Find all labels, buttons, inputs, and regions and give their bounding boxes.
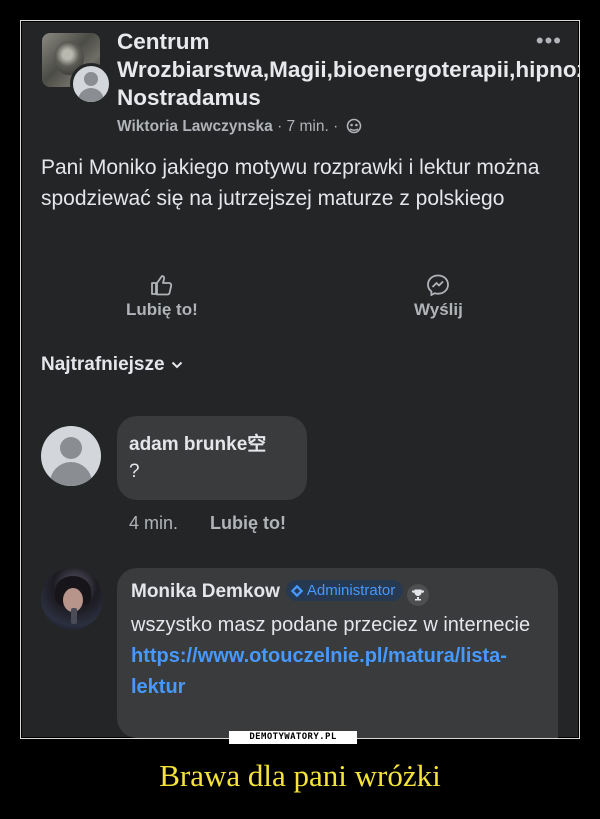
sort-label: Najtrafniejsze <box>41 354 165 375</box>
thumbs-up-icon <box>150 275 173 296</box>
comment-author[interactable]: adam brunke空 <box>129 429 266 456</box>
admin-diamond-icon <box>290 584 304 598</box>
admin-avatar[interactable] <box>41 568 103 630</box>
comment-meta: 4 min. Lubię to! <box>129 513 286 534</box>
post-time[interactable]: · 7 min. · <box>273 118 343 135</box>
caption: Brawa dla pani wróżki <box>159 758 441 793</box>
send-label: Wyślij <box>414 300 463 319</box>
reply-text-body: wszystko masz podane przeciez w internec… <box>131 614 531 636</box>
post-author[interactable]: Wiktoria Lawczynska <box>117 118 273 135</box>
reply-link[interactable]: https://www.otouczelnie.pl/matura/lista-… <box>131 645 507 698</box>
more-options-icon[interactable]: ••• <box>536 28 562 54</box>
reply-author[interactable]: Monika Demkow <box>131 581 280 602</box>
facebook-post-screen: Centrum Wrozbiarstwa,Magii,bioenergotera… <box>22 22 579 738</box>
comment-like-button[interactable]: Lubię to! <box>210 513 286 533</box>
admin-badge: Administrator <box>285 580 404 601</box>
comment-text: ? <box>129 461 140 482</box>
group-privacy-icon <box>346 118 361 134</box>
screenshot-frame: Centrum Wrozbiarstwa,Magii,bioenergotera… <box>20 20 580 739</box>
reply-header: Monika Demkow Administrator <box>131 580 430 606</box>
trophy-icon <box>407 584 430 606</box>
like-label: Lubię to! <box>126 300 198 319</box>
post-meta: Wiktoria Lawczynska · 7 min. · <box>117 118 362 136</box>
watermark: DEMOTYWATORY.PL <box>229 731 357 744</box>
comment-bubble: adam brunke空 ? <box>117 416 307 500</box>
send-button[interactable]: Wyślij <box>414 274 463 320</box>
group-avatar[interactable] <box>42 33 112 105</box>
like-button[interactable]: Lubię to! <box>126 274 198 320</box>
comment-sort-dropdown[interactable]: Najtrafniejsze <box>41 354 183 376</box>
reply-bubble: Monika Demkow Administrator wszystko masz… <box>117 568 558 738</box>
comment-time[interactable]: 4 min. <box>129 513 178 533</box>
author-avatar[interactable] <box>70 63 112 105</box>
chevron-down-icon <box>171 361 182 369</box>
messenger-icon <box>427 274 450 296</box>
commenter-avatar[interactable] <box>41 426 101 486</box>
post-text: Pani Moniko jakiego motywu rozprawki i l… <box>41 156 540 210</box>
reply-text: wszystko masz podane przeciez w internec… <box>131 610 551 703</box>
group-name[interactable]: Centrum Wrozbiarstwa,Magii,bioenergotera… <box>117 28 579 112</box>
admin-badge-label: Administrator <box>306 582 396 599</box>
